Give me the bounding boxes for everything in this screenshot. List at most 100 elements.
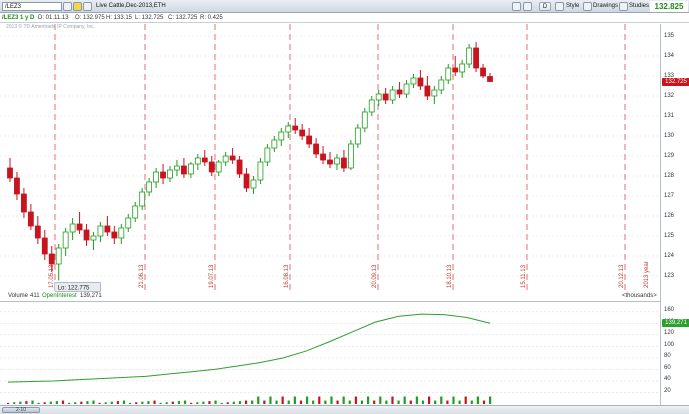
candle bbox=[7, 167, 13, 179]
time-scrollbar[interactable]: 2-10 bbox=[0, 405, 689, 414]
volume-axis-label: 60 bbox=[664, 364, 671, 371]
candle bbox=[41, 237, 48, 255]
candle bbox=[118, 227, 125, 239]
volume-axis-label: 120 bbox=[664, 330, 675, 337]
candle bbox=[21, 193, 27, 213]
price-axis-label: 124 bbox=[664, 252, 675, 259]
volume-bar bbox=[13, 402, 16, 404]
volume-bar bbox=[305, 396, 309, 404]
chart-type-icon[interactable] bbox=[83, 2, 92, 11]
crosshair-icon[interactable] bbox=[512, 2, 521, 11]
volume-bar bbox=[153, 400, 156, 404]
candle bbox=[76, 223, 83, 231]
volume-bar bbox=[287, 400, 290, 404]
period-label[interactable]: /LEZ3 1 y D bbox=[2, 13, 34, 23]
openinterest-value: 139,271 bbox=[80, 293, 102, 299]
candle bbox=[146, 181, 153, 193]
candle bbox=[424, 85, 431, 97]
candle bbox=[104, 225, 111, 233]
candle bbox=[250, 179, 257, 189]
candle bbox=[160, 171, 166, 179]
d-button[interactable]: D bbox=[539, 2, 551, 11]
volume-bar bbox=[366, 396, 370, 404]
candle bbox=[341, 157, 347, 169]
zoom-icon[interactable] bbox=[523, 2, 532, 11]
volume-bar bbox=[403, 396, 406, 404]
low-marker-label: Lo: 122.775 bbox=[58, 285, 90, 291]
symbol-dropdown-icon[interactable] bbox=[63, 2, 72, 11]
price-panel[interactable]: 17.05.13 21.06.13 19.07.13 16.08.13 20.09.13… bbox=[0, 24, 660, 292]
candle bbox=[368, 99, 375, 113]
candle bbox=[187, 163, 194, 175]
candle bbox=[487, 76, 493, 82]
candle bbox=[299, 129, 306, 137]
volume-bar bbox=[409, 400, 412, 404]
price-axis-label: 132 bbox=[664, 92, 675, 99]
date-marker-label: 2013 year bbox=[644, 261, 650, 288]
candle bbox=[410, 77, 417, 85]
candle bbox=[132, 205, 139, 219]
candle bbox=[14, 177, 20, 195]
candle bbox=[48, 253, 55, 265]
volume-bar bbox=[489, 396, 492, 404]
candle bbox=[62, 231, 69, 249]
candle bbox=[382, 93, 389, 101]
price-axis[interactable]: 135 134 133 132 131 130 129 128 127 126 125 124 123 1… bbox=[660, 24, 689, 292]
candle bbox=[111, 231, 118, 239]
open-value: O: 132.975 bbox=[75, 15, 105, 21]
volume-bar bbox=[165, 402, 168, 404]
volume-bar bbox=[336, 400, 339, 404]
volume-bar bbox=[354, 396, 357, 404]
volume-bar bbox=[104, 402, 107, 404]
volume-bar bbox=[129, 402, 132, 404]
volume-bar bbox=[80, 401, 83, 404]
close-value: C: 132.725 bbox=[168, 15, 198, 21]
volume-bar bbox=[434, 400, 437, 404]
volume-bar bbox=[348, 400, 351, 404]
drawings-button[interactable]: Drawings bbox=[591, 2, 618, 11]
volume-bar bbox=[263, 400, 266, 404]
volume-bar bbox=[318, 396, 321, 404]
high-value: H: 133.15 bbox=[106, 15, 133, 21]
candle bbox=[222, 155, 229, 163]
scroll-thumb[interactable]: 2-10 bbox=[2, 407, 40, 413]
volume-bar bbox=[202, 401, 205, 404]
candle bbox=[445, 67, 452, 81]
volume-bar bbox=[86, 401, 89, 404]
volume-bar bbox=[232, 401, 235, 404]
volume-panel[interactable] bbox=[0, 301, 660, 405]
link-icon[interactable] bbox=[73, 2, 82, 11]
style-icon[interactable] bbox=[555, 2, 564, 11]
current-price-tag: 132.725 bbox=[662, 77, 689, 86]
volume-bar bbox=[373, 400, 376, 404]
volume-bar bbox=[171, 401, 174, 404]
volume-bar bbox=[190, 402, 193, 404]
openinterest-label[interactable]: OpenInterest bbox=[42, 292, 77, 301]
volume-axis[interactable]: 16014012010080604020139,271 bbox=[660, 292, 689, 405]
volume-bar bbox=[98, 402, 101, 404]
volume-bar bbox=[226, 402, 229, 404]
volume-bar bbox=[244, 400, 248, 404]
studies-button[interactable]: Studies bbox=[627, 2, 649, 11]
volume-bar bbox=[397, 400, 400, 404]
volume-bar bbox=[342, 396, 345, 404]
date-marker-label: 19.07.13 bbox=[209, 264, 215, 288]
volume-bar bbox=[391, 396, 394, 404]
price-chart[interactable]: 17.05.13 21.06.13 19.07.13 16.08.13 20.09.13… bbox=[0, 24, 660, 292]
openinterest-tag: 139,271 bbox=[662, 318, 689, 327]
candle bbox=[83, 229, 90, 241]
volume-label[interactable]: Volume bbox=[8, 292, 28, 301]
candle bbox=[480, 67, 486, 77]
symbol-input[interactable]: /LEZ3 bbox=[2, 2, 62, 11]
volume-chart[interactable] bbox=[0, 302, 660, 406]
volume-bar bbox=[110, 401, 113, 404]
low-value: L: 132.725 bbox=[135, 15, 164, 21]
candle bbox=[271, 139, 278, 149]
candle bbox=[361, 111, 368, 129]
date-marker-label: 20.09.13 bbox=[372, 264, 378, 288]
candle bbox=[327, 159, 333, 165]
volume-axis-label: 80 bbox=[664, 353, 671, 360]
units-label: <thousands> bbox=[622, 293, 657, 299]
candle bbox=[466, 47, 473, 65]
style-button[interactable]: Style bbox=[564, 2, 581, 11]
